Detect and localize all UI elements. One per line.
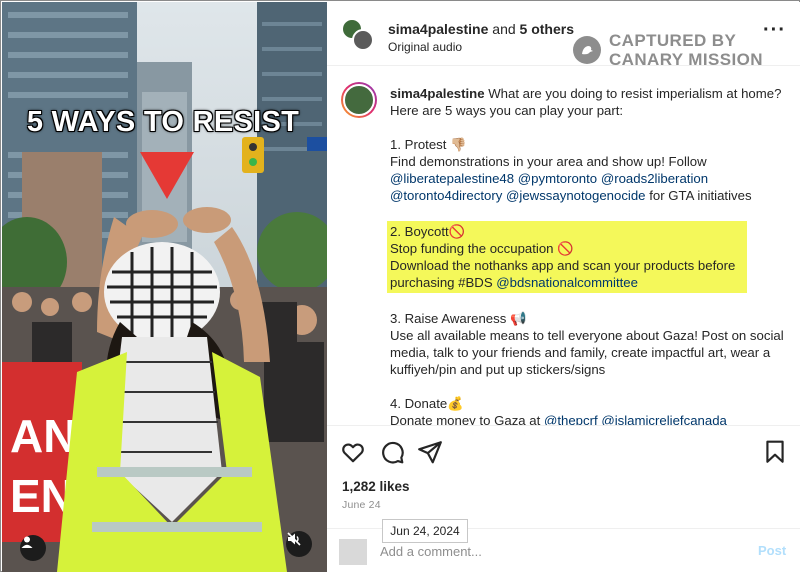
boycott-heading: 2. Boycott🚫: [390, 224, 466, 239]
author-line: sima4palestine and 5 others: [388, 21, 574, 37]
donate-body: Donate money to Gaza at @thepcrf @islami…: [390, 412, 786, 425]
awareness-heading: 3. Raise Awareness 📢: [390, 311, 527, 326]
mention-link[interactable]: @thepcrf: [544, 413, 598, 425]
watermark-text: CAPTURED BY CANARY MISSION: [609, 31, 763, 69]
canary-mission-watermark: CAPTURED BY CANARY MISSION: [573, 31, 768, 71]
collab-others-link[interactable]: 5 others: [520, 21, 574, 37]
mention-link[interactable]: @jewssaynotogenocide: [506, 188, 646, 203]
canary-bird-icon: [573, 36, 601, 64]
mention-link[interactable]: @roads2liberation: [601, 171, 708, 186]
post-side-panel: sima4palestine and 5 others Original aud…: [327, 2, 800, 572]
protest-heading: 1. Protest 👎🏼: [390, 137, 467, 152]
share-button[interactable]: [417, 439, 443, 465]
heart-icon: [342, 443, 364, 463]
boycott-line1: Stop funding the occupation 🚫: [390, 241, 574, 256]
donate-heading: 4. Donate💰: [390, 396, 464, 411]
bookmark-icon: [766, 440, 784, 463]
post-actions: 1,282 likes June 24 Post Jun 24, 2024: [327, 425, 800, 572]
post-window: AN Y ENT 5 WAYS TO RESIST sima4palestine…: [0, 0, 800, 572]
collab-avatars[interactable]: [341, 18, 375, 52]
comment-button[interactable]: [379, 439, 405, 465]
sound-off-icon: [287, 532, 301, 546]
comment-input[interactable]: [380, 540, 720, 562]
caption-username-link[interactable]: sima4palestine: [390, 86, 485, 101]
protest-body: Find demonstrations in your area and sho…: [390, 154, 752, 203]
save-button[interactable]: [762, 439, 788, 465]
original-audio-link[interactable]: Original audio: [388, 40, 462, 54]
collab-joiner: and: [488, 21, 520, 37]
reel-video[interactable]: AN Y ENT 5 WAYS TO RESIST: [2, 2, 327, 572]
avatar: [352, 29, 374, 51]
mention-link[interactable]: @liberatepalestine48: [390, 171, 514, 186]
awareness-body: Use all available means to tell everyone…: [390, 328, 784, 377]
mention-link[interactable]: @bdsnationalcommittee: [496, 275, 638, 290]
boycott-highlight: 2. Boycott🚫 Stop funding the occupation …: [387, 221, 747, 293]
comment-icon: [382, 441, 404, 464]
boycott-line2: Download the nothanks app and scan your …: [390, 258, 736, 290]
video-overlay-title: 5 WAYS TO RESIST: [26, 106, 300, 138]
date-tooltip: Jun 24, 2024: [382, 519, 468, 543]
mention-link[interactable]: @toronto4directory: [390, 188, 502, 203]
user-tag-icon: [21, 536, 33, 548]
avatar: [339, 539, 367, 565]
like-button[interactable]: [340, 439, 366, 465]
author-username-link[interactable]: sima4palestine: [388, 21, 488, 37]
likes-count[interactable]: 1,282 likes: [342, 479, 410, 494]
video-frame-illustration: AN Y ENT: [2, 2, 327, 572]
share-icon: [418, 441, 442, 464]
user-tag-button[interactable]: [20, 535, 46, 561]
caption-text: sima4palestine What are you doing to res…: [387, 85, 786, 425]
post-comment-button[interactable]: Post: [758, 543, 786, 558]
mention-link[interactable]: @pymtoronto: [518, 171, 597, 186]
mute-button[interactable]: [286, 531, 312, 557]
post-date[interactable]: June 24: [342, 499, 381, 511]
avatar[interactable]: [341, 82, 377, 118]
caption-scroll-area[interactable]: sima4palestine What are you doing to res…: [327, 67, 800, 425]
mention-link[interactable]: @islamicreliefcanada: [601, 413, 727, 425]
